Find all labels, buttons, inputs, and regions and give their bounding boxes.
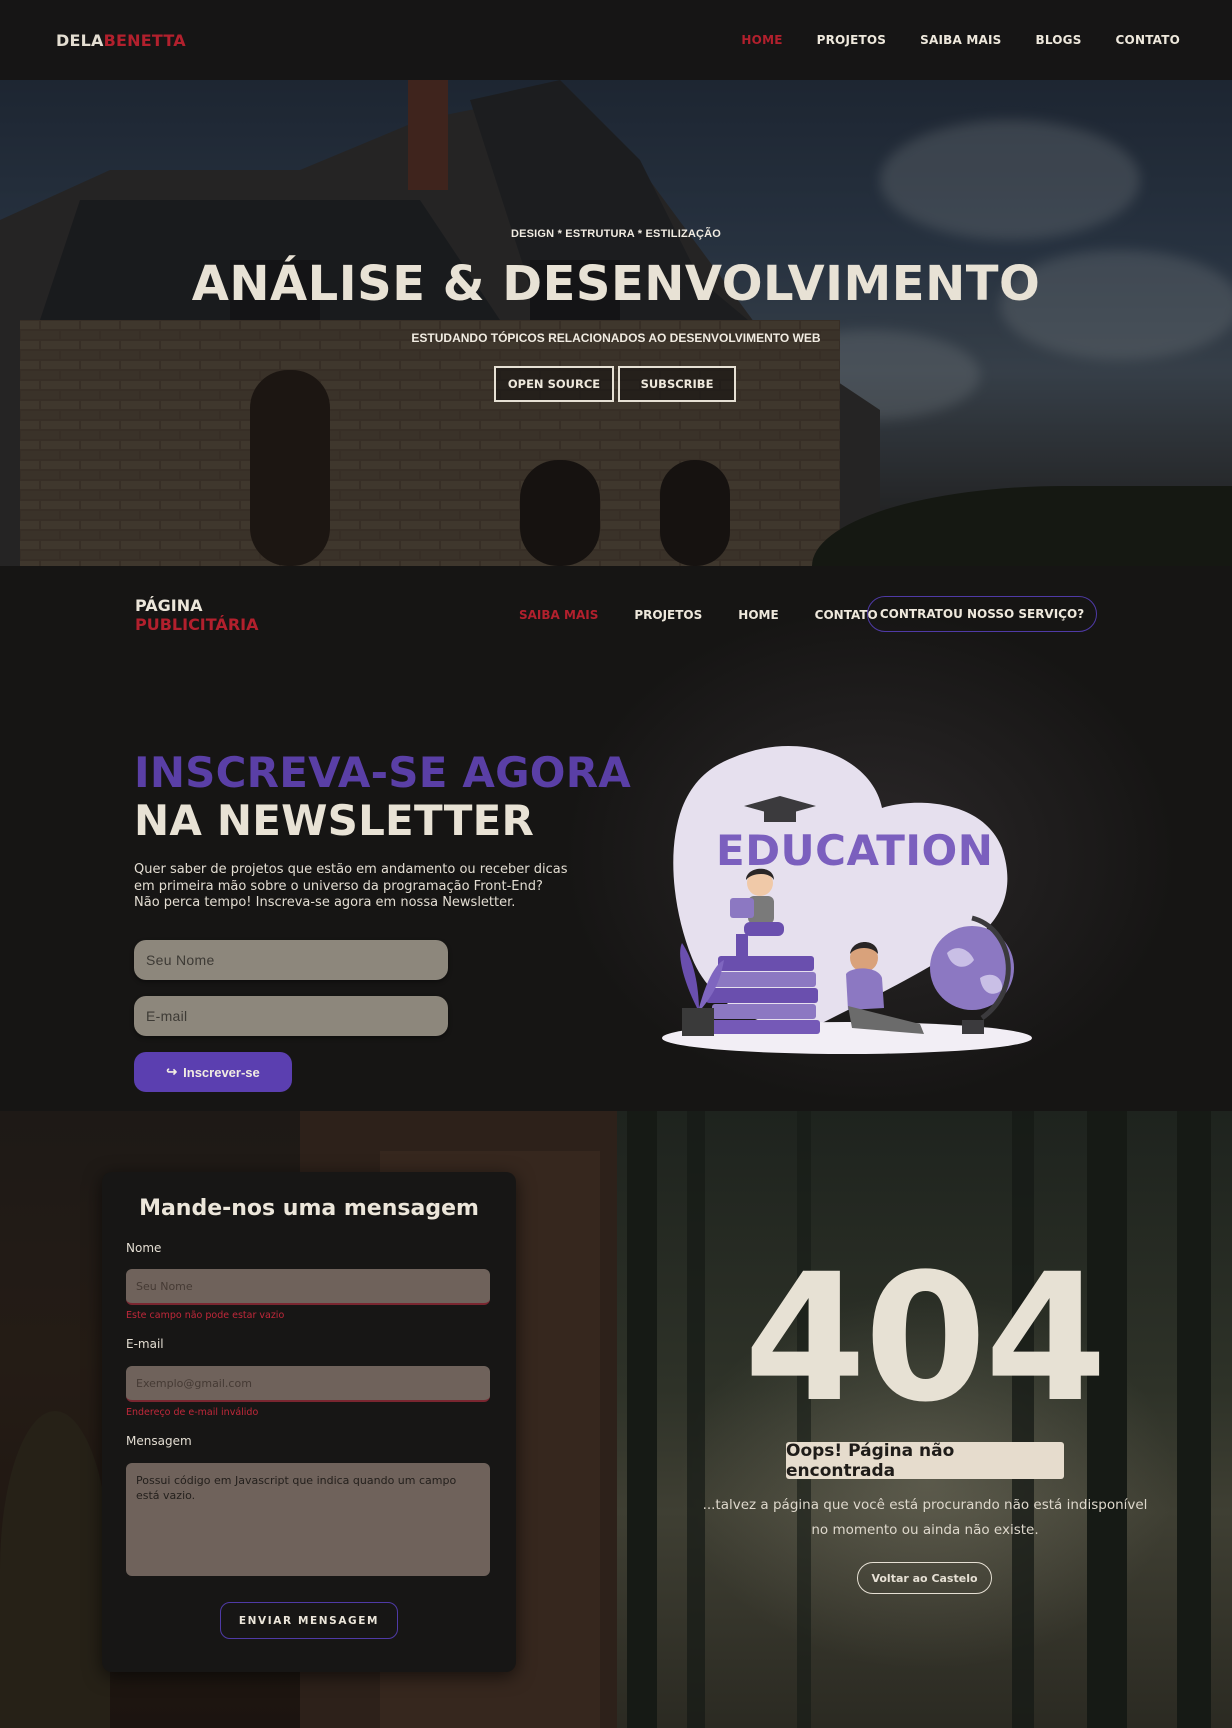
top-nav-menu: HOME PROJETOS SAIBA MAIS BLOGS CONTATO <box>741 33 1180 47</box>
contact-form-title: Mande-nos uma mensagem <box>139 1196 479 1221</box>
promo-nav-menu: SAIBA MAIS PROJETOS HOME CONTATO <box>519 608 878 622</box>
nav-item-blogs[interactable]: BLOGS <box>1035 33 1081 47</box>
contact-form-card: Mande-nos uma mensagem Nome Este campo n… <box>102 1172 516 1672</box>
back-to-castle-button[interactable]: Voltar ao Castelo <box>857 1562 992 1594</box>
newsletter-email-input[interactable] <box>134 996 448 1036</box>
nav-item-home[interactable]: HOME <box>741 33 782 47</box>
newsletter-section: PÁGINA PUBLICITÁRIA SAIBA MAIS PROJETOS … <box>0 566 1232 1111</box>
hero-section: DESIGN * ESTRUTURA * ESTILIZAÇÃO ANÁLISE… <box>0 80 1232 566</box>
education-illustration: EDUCATION <box>652 738 1042 1088</box>
subscribe-button[interactable]: SUBSCRIBE <box>618 366 736 402</box>
hero-kicker: DESIGN * ESTRUTURA * ESTILIZAÇÃO <box>510 228 722 240</box>
nav-item-contato[interactable]: CONTATO <box>1116 33 1180 47</box>
newsletter-heading-line1: INSCREVA-SE AGORA <box>134 748 631 797</box>
newsletter-name-input[interactable] <box>134 940 448 980</box>
promo-brand-line2: PUBLICITÁRIA <box>135 615 259 634</box>
newsletter-description-line: Quer saber de projetos que estão em anda… <box>134 862 568 877</box>
message-label: Mensagem <box>126 1434 192 1448</box>
newsletter-description: Quer saber de projetos que estão em anda… <box>134 862 574 912</box>
not-found-section: 404 Oops! Página não encontrada ...talve… <box>617 1111 1232 1728</box>
contracted-service-button[interactable]: CONTRATOU NOSSO SERVIÇO? <box>867 596 1097 632</box>
name-error-message: Este campo não pode estar vazio <box>126 1310 285 1321</box>
promo-brand-logo[interactable]: PÁGINA PUBLICITÁRIA <box>135 596 258 634</box>
promo-nav-item-projetos[interactable]: PROJETOS <box>634 608 702 622</box>
contact-email-input[interactable] <box>126 1366 490 1402</box>
top-navbar: DELABENETTA HOME PROJETOS SAIBA MAIS BLO… <box>0 0 1232 80</box>
contact-name-input[interactable] <box>126 1269 490 1305</box>
brand-logo[interactable]: DELABENETTA <box>56 31 186 50</box>
promo-nav-item-home[interactable]: HOME <box>738 608 778 622</box>
email-error-message: Endereço de e-mail inválido <box>126 1407 259 1418</box>
brand-logo-part1: DELA <box>56 30 104 50</box>
brand-logo-part2: BENETTA <box>103 30 186 50</box>
not-found-badge: Oops! Página não encontrada <box>786 1441 1064 1481</box>
hero-title: ANÁLISE & DESENVOLVIMENTO <box>191 256 1041 312</box>
not-found-message-line2: no momento ou ainda não existe. <box>811 1522 1039 1538</box>
enter-arrow-icon: ↪ <box>166 1064 178 1079</box>
email-label: E-mail <box>126 1337 164 1351</box>
contact-message-textarea[interactable]: Possui código em Javascript que indica q… <box>126 1463 490 1576</box>
education-word: EDUCATION <box>716 826 994 875</box>
name-label: Nome <box>126 1241 162 1255</box>
open-source-button[interactable]: OPEN SOURCE <box>494 366 614 402</box>
newsletter-heading-line2: NA NEWSLETTER <box>134 796 535 845</box>
nav-item-saiba-mais[interactable]: SAIBA MAIS <box>920 33 1001 47</box>
nav-item-projetos[interactable]: PROJETOS <box>817 33 887 47</box>
hero-content: DESIGN * ESTRUTURA * ESTILIZAÇÃO ANÁLISE… <box>0 80 1232 566</box>
newsletter-subscribe-button[interactable]: ↪ Inscrever-se <box>134 1052 292 1092</box>
error-code: 404 <box>743 1236 1107 1441</box>
hero-buttons: OPEN SOURCE SUBSCRIBE <box>494 366 736 402</box>
promo-navbar: PÁGINA PUBLICITÁRIA SAIBA MAIS PROJETOS … <box>0 566 1232 666</box>
promo-nav-item-saiba-mais[interactable]: SAIBA MAIS <box>519 608 598 622</box>
promo-brand-line1: PÁGINA <box>135 596 203 615</box>
not-found-message-line1: ...talvez a página que você está procura… <box>702 1497 1148 1513</box>
newsletter-description-line: em primeira mão sobre o universo da prog… <box>134 878 543 894</box>
hero-subtitle: ESTUDANDO TÓPICOS RELACIONADOS AO DESENV… <box>411 331 821 345</box>
newsletter-subscribe-label: Inscrever-se <box>183 1064 260 1080</box>
send-message-button[interactable]: ENVIAR MENSAGEM <box>220 1602 398 1639</box>
education-illustration-graphic <box>662 746 1032 1054</box>
newsletter-description-line: Não perca tempo! Inscreva-se agora em no… <box>134 895 516 910</box>
